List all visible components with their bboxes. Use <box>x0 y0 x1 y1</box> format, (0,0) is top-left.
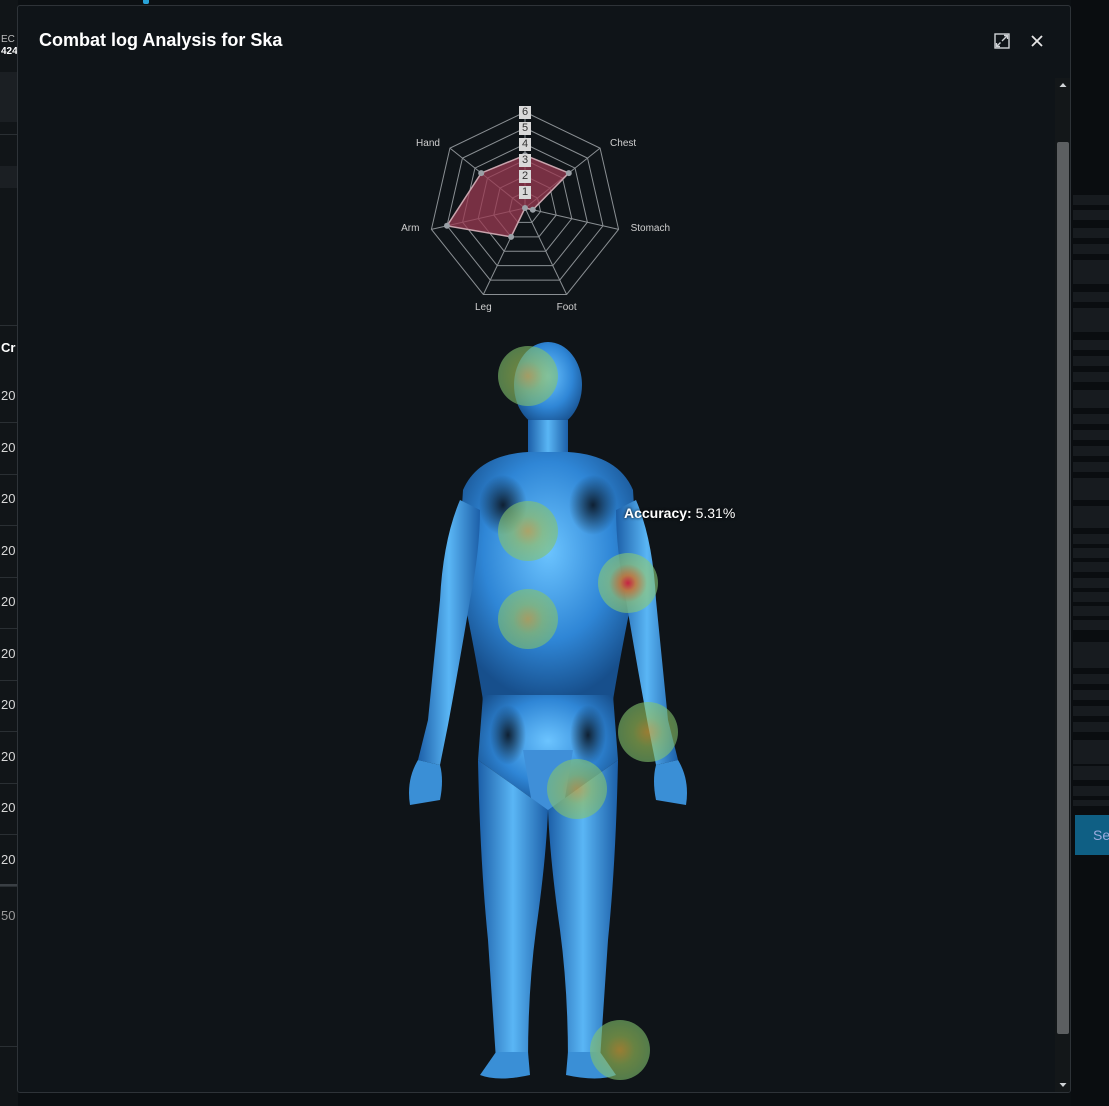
bg-left-row: 20 <box>1 542 16 558</box>
bg-right-stripe <box>1073 642 1109 668</box>
bg-right-stripe <box>1073 548 1109 558</box>
bg-right-stripe <box>1073 462 1109 472</box>
bg-left-sub: 424 <box>1 46 18 57</box>
scroll-thumb[interactable] <box>1057 142 1069 1034</box>
radar-axis-label: Foot <box>556 302 577 314</box>
bg-left-row: 20 <box>1 697 16 712</box>
bg-right-stripe <box>1073 260 1109 284</box>
bg-right-stripe <box>1073 786 1109 796</box>
bg-left-column-header: Cr <box>1 340 16 355</box>
bg-right-stripe <box>1073 620 1109 630</box>
bg-right-stripe <box>1073 430 1109 440</box>
radar-point <box>444 222 451 229</box>
bg-right-stripe <box>1073 578 1109 588</box>
bg-left-block <box>0 166 18 188</box>
bg-left-row: 20 <box>1 388 16 403</box>
bg-left-row: 20 <box>1 851 16 867</box>
bg-left-row: 20 <box>1 439 16 455</box>
bg-right-stripe <box>1073 228 1109 238</box>
bg-right-stripe <box>1073 308 1109 332</box>
heat-spot-chest[interactable] <box>498 501 558 561</box>
radar-point <box>508 233 515 240</box>
bg-right-stripe <box>1073 690 1109 700</box>
bg-left-row: 20 <box>1 594 16 609</box>
radar-axis-label: Hand <box>416 138 440 150</box>
radar-point <box>529 206 536 213</box>
background-button[interactable]: Se <box>1075 815 1109 855</box>
scroll-up-arrow-icon[interactable] <box>1055 78 1070 92</box>
bg-left-header: EC <box>1 34 15 45</box>
bg-right-stripe <box>1073 340 1109 350</box>
bg-right-stripe <box>1073 244 1109 254</box>
bg-right-stripe <box>1073 706 1109 716</box>
modal-title: Combat log Analysis for Ska <box>39 30 283 50</box>
bg-right-stripe <box>1073 722 1109 732</box>
bg-right-stripe <box>1073 534 1109 544</box>
bg-right-stripe <box>1073 606 1109 616</box>
heat-spot-leg[interactable] <box>547 759 607 819</box>
radar-point <box>478 170 485 177</box>
radar-axis-label: Chest <box>610 138 637 150</box>
modal-content: 1 2 3 4 5 6 Chest Stomach Foot Leg Arm Hand <box>18 78 1054 1092</box>
radar-chart <box>430 111 620 295</box>
background-accent <box>143 0 149 4</box>
heat-spot-foot[interactable] <box>590 1020 650 1080</box>
bg-right-stripe <box>1073 800 1109 806</box>
heat-spot-head[interactable] <box>498 346 558 406</box>
radar-axis-label: Arm <box>401 223 420 235</box>
modal-scrollbar[interactable] <box>1055 78 1070 1092</box>
radar-axis-label: Stomach <box>630 223 671 235</box>
bg-right-stripe <box>1073 372 1109 382</box>
bg-right-stripe <box>1073 195 1109 205</box>
heat-spot-hand[interactable] <box>618 702 678 762</box>
heat-spot-arm[interactable] <box>598 553 658 613</box>
bg-left-row: 20 <box>1 645 16 661</box>
radar-tick-label: 3 <box>519 154 531 167</box>
bg-right-stripe <box>1073 210 1109 220</box>
radar-spoke <box>524 207 619 230</box>
bg-left-row: 20 <box>1 748 16 764</box>
background-left-panel: EC 424 Cr 50 20 20 20 20 20 20 20 20 20 20 <box>0 0 18 1106</box>
radar-axis-label: Leg <box>475 302 492 314</box>
combat-log-modal: Combat log Analysis for Ska 1 2 3 4 5 6 Chest S… <box>17 5 1071 1093</box>
bg-right-stripe <box>1073 766 1109 780</box>
radar-tick-label: 5 <box>519 122 531 135</box>
bg-right-stripe <box>1073 478 1109 500</box>
bg-right-stripe <box>1073 674 1109 684</box>
bg-right-stripe <box>1073 390 1109 408</box>
background-right-panel: Se <box>1071 0 1109 1106</box>
radar-point <box>522 205 528 211</box>
close-icon[interactable] <box>1026 30 1048 52</box>
bg-right-stripe <box>1073 414 1109 424</box>
bg-left-block <box>0 72 18 122</box>
bg-right-stripe <box>1073 740 1109 764</box>
radar-tick-label: 4 <box>519 138 531 151</box>
tooltip-label: Accuracy: <box>624 505 692 521</box>
bg-right-stripe <box>1073 562 1109 572</box>
bg-right-stripe <box>1073 506 1109 528</box>
radar-tick-label: 1 <box>519 186 531 199</box>
bg-right-stripe <box>1073 356 1109 366</box>
radar-tick-label: 6 <box>519 106 531 119</box>
bg-right-stripe <box>1073 592 1109 602</box>
bg-left-footer: 50 <box>1 908 16 923</box>
tooltip-value: 5.31% <box>691 505 736 521</box>
expand-icon[interactable] <box>991 30 1013 52</box>
heat-spot-stomach[interactable] <box>498 589 558 649</box>
radar-point <box>565 170 572 177</box>
scroll-down-arrow-icon[interactable] <box>1055 1078 1070 1092</box>
bg-right-stripe <box>1073 292 1109 302</box>
radar-series-area <box>445 154 571 238</box>
accuracy-tooltip: Accuracy: 5.31% <box>624 505 735 521</box>
bg-left-row: 20 <box>1 491 16 506</box>
bg-right-stripe <box>1073 446 1109 456</box>
radar-tick-label: 2 <box>519 170 531 183</box>
bg-left-row: 20 <box>1 800 16 815</box>
